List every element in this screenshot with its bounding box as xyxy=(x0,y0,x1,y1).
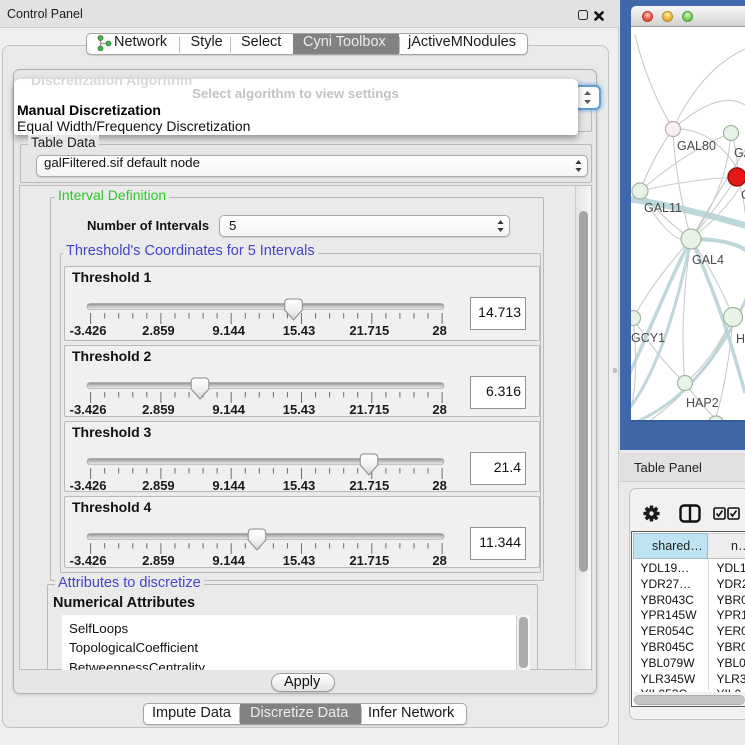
svg-text:28: 28 xyxy=(432,553,446,568)
svg-text:-3.426: -3.426 xyxy=(70,402,107,417)
svg-text:H: H xyxy=(736,332,745,346)
svg-text:-3.426: -3.426 xyxy=(70,553,107,568)
svg-text:21.715: 21.715 xyxy=(349,402,389,417)
svg-text:9.144: 9.144 xyxy=(212,402,245,417)
svg-text:28: 28 xyxy=(432,478,446,493)
svg-text:21.715: 21.715 xyxy=(349,553,389,568)
svg-text:-3.426: -3.426 xyxy=(70,478,107,493)
svg-text:9.144: 9.144 xyxy=(212,323,245,338)
svg-text:21.715: 21.715 xyxy=(349,323,389,338)
svg-text:28: 28 xyxy=(432,402,446,417)
svg-text:2.859: 2.859 xyxy=(142,402,175,417)
svg-text:2.859: 2.859 xyxy=(142,478,175,493)
svg-text:15.43: 15.43 xyxy=(283,402,316,417)
svg-text:C: C xyxy=(741,188,745,202)
svg-text:28: 28 xyxy=(432,323,446,338)
svg-text:GCY1: GCY1 xyxy=(631,331,665,345)
svg-text:-3.426: -3.426 xyxy=(70,323,107,338)
svg-text:GAL11: GAL11 xyxy=(644,201,682,215)
svg-text:15.43: 15.43 xyxy=(283,323,316,338)
svg-text:9.144: 9.144 xyxy=(212,478,245,493)
svg-text:21.715: 21.715 xyxy=(349,478,389,493)
svg-text:2.859: 2.859 xyxy=(142,553,175,568)
svg-text:HAP2: HAP2 xyxy=(686,396,719,410)
svg-text:15.43: 15.43 xyxy=(283,478,316,493)
svg-text:GAL80: GAL80 xyxy=(677,139,716,153)
svg-text:2.859: 2.859 xyxy=(142,323,175,338)
svg-text:9.144: 9.144 xyxy=(212,553,245,568)
svg-text:GA: GA xyxy=(734,146,745,160)
svg-text:15.43: 15.43 xyxy=(283,553,316,568)
svg-text:GAL4: GAL4 xyxy=(692,253,724,267)
